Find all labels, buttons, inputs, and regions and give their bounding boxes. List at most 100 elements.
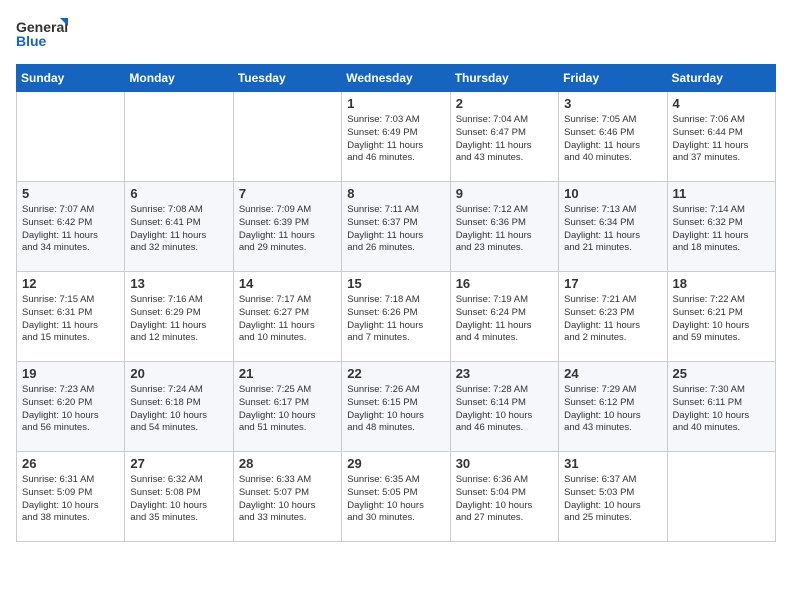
- day-info: Sunrise: 7:15 AM Sunset: 6:31 PM Dayligh…: [22, 294, 119, 345]
- calendar-cell: 8 Sunrise: 7:11 AM Sunset: 6:37 PM Daylig…: [342, 182, 450, 272]
- day-number: 3: [564, 96, 661, 111]
- day-info: Sunrise: 7:07 AM Sunset: 6:42 PM Dayligh…: [22, 204, 119, 255]
- day-number: 31: [564, 456, 661, 471]
- day-number: 19: [22, 366, 119, 381]
- calendar-cell: 5 Sunrise: 7:07 AM Sunset: 6:42 PM Daylig…: [17, 182, 125, 272]
- day-info: Sunrise: 7:14 AM Sunset: 6:32 PM Dayligh…: [673, 204, 770, 255]
- day-info: Sunrise: 7:19 AM Sunset: 6:24 PM Dayligh…: [456, 294, 553, 345]
- day-number: 9: [456, 186, 553, 201]
- calendar-cell: 29 Sunrise: 6:35 AM Sunset: 5:05 PM Dayli…: [342, 452, 450, 542]
- day-number: 17: [564, 276, 661, 291]
- day-info: Sunrise: 7:16 AM Sunset: 6:29 PM Dayligh…: [130, 294, 227, 345]
- day-number: 21: [239, 366, 336, 381]
- calendar-cell: 3 Sunrise: 7:05 AM Sunset: 6:46 PM Daylig…: [559, 92, 667, 182]
- day-info: Sunrise: 7:09 AM Sunset: 6:39 PM Dayligh…: [239, 204, 336, 255]
- logo-svg: General Blue: [16, 16, 68, 52]
- day-info: Sunrise: 7:23 AM Sunset: 6:20 PM Dayligh…: [22, 384, 119, 435]
- day-number: 26: [22, 456, 119, 471]
- day-info: Sunrise: 6:31 AM Sunset: 5:09 PM Dayligh…: [22, 474, 119, 525]
- day-number: 12: [22, 276, 119, 291]
- day-info: Sunrise: 7:05 AM Sunset: 6:46 PM Dayligh…: [564, 114, 661, 165]
- calendar-cell: 2Sunrise: 7:04 AM Sunset: 6:47 PM Daylig…: [450, 92, 558, 182]
- calendar-cell: 19 Sunrise: 7:23 AM Sunset: 6:20 PM Dayli…: [17, 362, 125, 452]
- day-info: Sunrise: 7:11 AM Sunset: 6:37 PM Dayligh…: [347, 204, 444, 255]
- day-info: Sunrise: 7:24 AM Sunset: 6:18 PM Dayligh…: [130, 384, 227, 435]
- day-number: 29: [347, 456, 444, 471]
- day-info: Sunrise: 7:26 AM Sunset: 6:15 PM Dayligh…: [347, 384, 444, 435]
- calendar-cell: 4Sunrise: 7:06 AM Sunset: 6:44 PM Daylig…: [667, 92, 775, 182]
- calendar-cell: 11 Sunrise: 7:14 AM Sunset: 6:32 PM Dayli…: [667, 182, 775, 272]
- calendar-cell: 6 Sunrise: 7:08 AM Sunset: 6:41 PM Daylig…: [125, 182, 233, 272]
- day-info: Sunrise: 7:17 AM Sunset: 6:27 PM Dayligh…: [239, 294, 336, 345]
- day-info: Sunrise: 6:32 AM Sunset: 5:08 PM Dayligh…: [130, 474, 227, 525]
- day-number: 13: [130, 276, 227, 291]
- weekday-header-sunday: Sunday: [17, 65, 125, 92]
- calendar-cell: 7 Sunrise: 7:09 AM Sunset: 6:39 PM Daylig…: [233, 182, 341, 272]
- day-info: Sunrise: 7:13 AM Sunset: 6:34 PM Dayligh…: [564, 204, 661, 255]
- day-number: 10: [564, 186, 661, 201]
- day-info: Sunrise: 6:36 AM Sunset: 5:04 PM Dayligh…: [456, 474, 553, 525]
- day-info: Sunrise: 6:35 AM Sunset: 5:05 PM Dayligh…: [347, 474, 444, 525]
- day-info: Sunrise: 6:33 AM Sunset: 5:07 PM Dayligh…: [239, 474, 336, 525]
- calendar-cell: 15Sunrise: 7:18 AM Sunset: 6:26 PM Dayli…: [342, 272, 450, 362]
- day-info: Sunrise: 7:03 AM Sunset: 6:49 PM Dayligh…: [347, 114, 444, 165]
- day-number: 22: [347, 366, 444, 381]
- calendar-cell: 12 Sunrise: 7:15 AM Sunset: 6:31 PM Dayli…: [17, 272, 125, 362]
- day-info: Sunrise: 7:08 AM Sunset: 6:41 PM Dayligh…: [130, 204, 227, 255]
- day-number: 30: [456, 456, 553, 471]
- day-info: Sunrise: 7:22 AM Sunset: 6:21 PM Dayligh…: [673, 294, 770, 345]
- day-number: 20: [130, 366, 227, 381]
- calendar-cell: 27 Sunrise: 6:32 AM Sunset: 5:08 PM Dayli…: [125, 452, 233, 542]
- day-number: 5: [22, 186, 119, 201]
- calendar-cell: [125, 92, 233, 182]
- day-number: 24: [564, 366, 661, 381]
- day-number: 7: [239, 186, 336, 201]
- calendar-cell: 18Sunrise: 7:22 AM Sunset: 6:21 PM Dayli…: [667, 272, 775, 362]
- calendar-cell: 14 Sunrise: 7:17 AM Sunset: 6:27 PM Dayli…: [233, 272, 341, 362]
- day-number: 6: [130, 186, 227, 201]
- day-number: 28: [239, 456, 336, 471]
- day-info: Sunrise: 7:25 AM Sunset: 6:17 PM Dayligh…: [239, 384, 336, 435]
- calendar-cell: 22 Sunrise: 7:26 AM Sunset: 6:15 PM Dayli…: [342, 362, 450, 452]
- calendar-cell: 17 Sunrise: 7:21 AM Sunset: 6:23 PM Dayli…: [559, 272, 667, 362]
- weekday-header-monday: Monday: [125, 65, 233, 92]
- day-info: Sunrise: 7:29 AM Sunset: 6:12 PM Dayligh…: [564, 384, 661, 435]
- calendar-cell: 10 Sunrise: 7:13 AM Sunset: 6:34 PM Dayli…: [559, 182, 667, 272]
- day-number: 27: [130, 456, 227, 471]
- weekday-header-friday: Friday: [559, 65, 667, 92]
- day-number: 4: [673, 96, 770, 111]
- day-info: Sunrise: 7:12 AM Sunset: 6:36 PM Dayligh…: [456, 204, 553, 255]
- calendar-cell: 31Sunrise: 6:37 AM Sunset: 5:03 PM Dayli…: [559, 452, 667, 542]
- calendar-cell: 23 Sunrise: 7:28 AM Sunset: 6:14 PM Dayli…: [450, 362, 558, 452]
- calendar-table: SundayMondayTuesdayWednesdayThursdayFrid…: [16, 64, 776, 542]
- day-number: 1: [347, 96, 444, 111]
- day-info: Sunrise: 7:21 AM Sunset: 6:23 PM Dayligh…: [564, 294, 661, 345]
- weekday-header-thursday: Thursday: [450, 65, 558, 92]
- day-number: 15: [347, 276, 444, 291]
- calendar-cell: 25 Sunrise: 7:30 AM Sunset: 6:11 PM Dayli…: [667, 362, 775, 452]
- day-number: 16: [456, 276, 553, 291]
- day-info: Sunrise: 7:28 AM Sunset: 6:14 PM Dayligh…: [456, 384, 553, 435]
- logo: General Blue: [16, 16, 68, 52]
- calendar-cell: 1 Sunrise: 7:03 AM Sunset: 6:49 PM Daylig…: [342, 92, 450, 182]
- svg-text:Blue: Blue: [16, 33, 47, 49]
- page-header: General Blue: [16, 16, 776, 52]
- day-info: Sunrise: 7:30 AM Sunset: 6:11 PM Dayligh…: [673, 384, 770, 435]
- calendar-cell: 20 Sunrise: 7:24 AM Sunset: 6:18 PM Dayli…: [125, 362, 233, 452]
- calendar-cell: 26 Sunrise: 6:31 AM Sunset: 5:09 PM Dayli…: [17, 452, 125, 542]
- weekday-header-saturday: Saturday: [667, 65, 775, 92]
- day-number: 25: [673, 366, 770, 381]
- calendar-cell: 9 Sunrise: 7:12 AM Sunset: 6:36 PM Daylig…: [450, 182, 558, 272]
- weekday-header-tuesday: Tuesday: [233, 65, 341, 92]
- day-number: 23: [456, 366, 553, 381]
- calendar-cell: [667, 452, 775, 542]
- calendar-cell: 13 Sunrise: 7:16 AM Sunset: 6:29 PM Dayli…: [125, 272, 233, 362]
- calendar-cell: 16 Sunrise: 7:19 AM Sunset: 6:24 PM Dayli…: [450, 272, 558, 362]
- day-number: 14: [239, 276, 336, 291]
- day-number: 2: [456, 96, 553, 111]
- calendar-cell: 30 Sunrise: 6:36 AM Sunset: 5:04 PM Dayli…: [450, 452, 558, 542]
- day-number: 11: [673, 186, 770, 201]
- day-number: 8: [347, 186, 444, 201]
- calendar-cell: 24 Sunrise: 7:29 AM Sunset: 6:12 PM Dayli…: [559, 362, 667, 452]
- calendar-cell: 21 Sunrise: 7:25 AM Sunset: 6:17 PM Dayli…: [233, 362, 341, 452]
